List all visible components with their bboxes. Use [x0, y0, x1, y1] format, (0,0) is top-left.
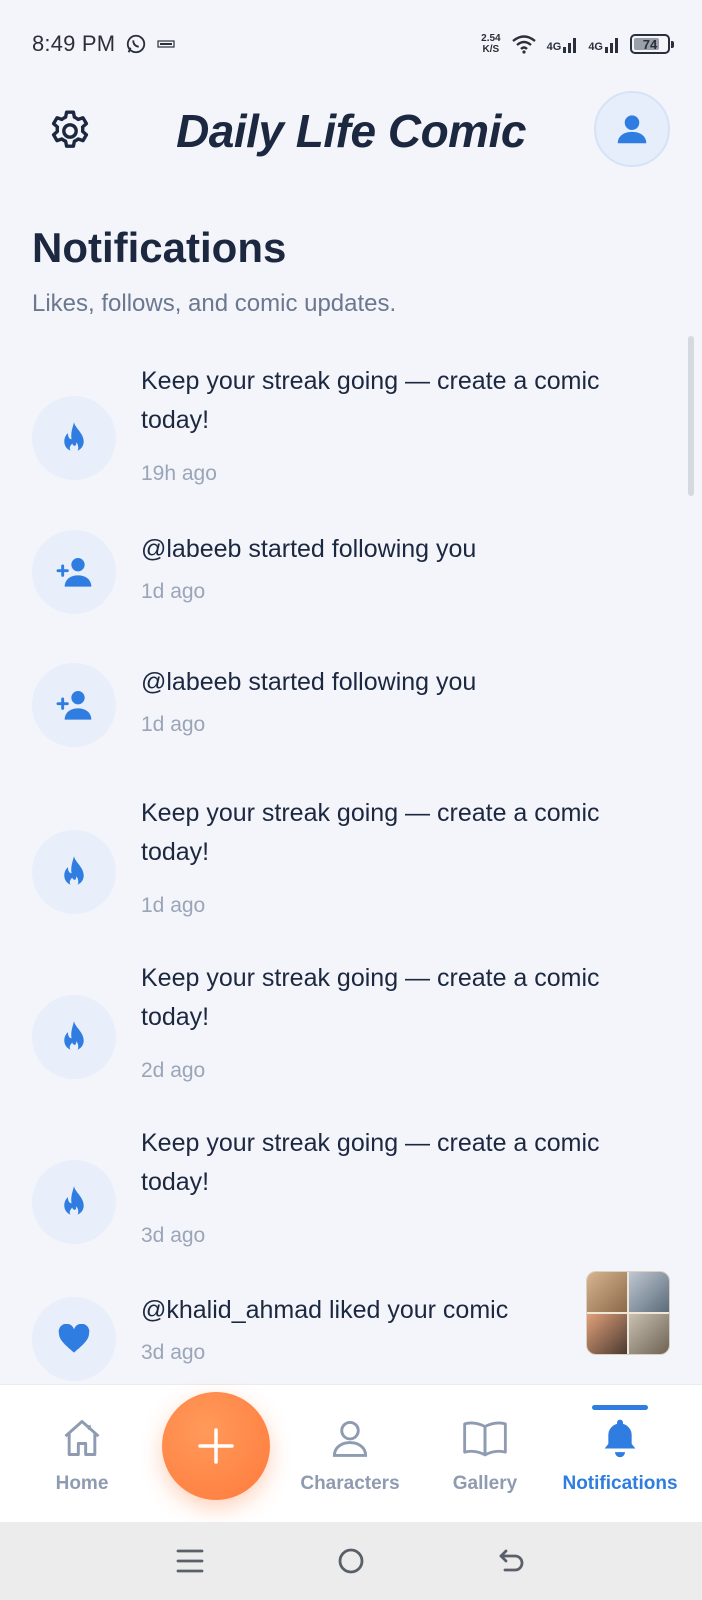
nav-gallery[interactable]: Gallery [425, 1385, 545, 1523]
comic-thumbnail[interactable] [586, 1271, 670, 1355]
notification-time: 3d ago [141, 1341, 206, 1364]
notification-time: 1d ago [141, 713, 206, 736]
notification-icon-bg [32, 530, 116, 614]
status-bar: 8:49 PM 2.54 K/S 4G 4G 74 [0, 0, 702, 88]
nav-notifications[interactable]: Notifications [560, 1385, 680, 1523]
person-add-icon [56, 691, 92, 720]
notification-list: Keep your streak going — create a comic … [0, 340, 702, 1384]
page-title: Notifications [32, 224, 287, 271]
heart-icon [58, 1324, 90, 1353]
notification-text: Keep your streak going — create a comic … [141, 1129, 600, 1196]
notification-icon-bg [32, 1297, 116, 1381]
user-icon [617, 115, 647, 144]
scrollbar[interactable] [688, 336, 694, 496]
person-icon [332, 1420, 368, 1457]
flame-icon [64, 1186, 84, 1217]
plus-icon [198, 1428, 234, 1464]
home-icon [64, 1420, 100, 1456]
notification-text: Keep your streak going — create a comic … [141, 964, 600, 1031]
system-nav-bar [0, 1522, 702, 1600]
net-speed: 2.54 K/S [481, 33, 501, 55]
back-icon[interactable] [497, 1546, 527, 1576]
bottom-nav: Home Characters Gallery Notifications [0, 1384, 702, 1522]
bell-icon [604, 1419, 636, 1458]
notification-time: 2d ago [141, 1059, 206, 1082]
nav-home[interactable]: Home [22, 1385, 142, 1523]
menu-icon[interactable] [175, 1547, 205, 1575]
book-icon [463, 1421, 507, 1457]
person-add-icon [56, 558, 92, 587]
home-circle-icon[interactable] [336, 1546, 366, 1576]
bank-app-icon [157, 40, 175, 48]
status-time: 8:49 PM [32, 31, 116, 56]
notification-time: 1d ago [141, 894, 206, 917]
signal-bars-icon [605, 38, 618, 53]
notification-icon-bg [32, 995, 116, 1079]
notification-text: Keep your streak going — create a comic … [141, 367, 600, 434]
notification-item[interactable]: @khalid_ahmad liked your comic 3d ago [0, 1271, 702, 1384]
notification-icon-bg [32, 830, 116, 914]
notification-icon-bg [32, 663, 116, 747]
wifi-icon [511, 35, 536, 54]
notification-item[interactable]: @labeeb started following you 1d ago [0, 530, 702, 642]
notification-text: @labeeb started following you [141, 668, 477, 696]
notification-item[interactable]: Keep your streak going — create a comic … [0, 1124, 702, 1264]
notification-icon-bg [32, 396, 116, 480]
signal-bars-icon [563, 38, 577, 53]
nav-characters-label: Characters [300, 1473, 400, 1494]
notification-item[interactable]: @labeeb started following you 1d ago [0, 663, 702, 775]
nav-notifications-label: Notifications [562, 1473, 678, 1494]
nav-characters[interactable]: Characters [290, 1385, 410, 1523]
nav-gallery-label: Gallery [452, 1473, 518, 1494]
page-subtitle: Likes, follows, and comic updates. [32, 290, 397, 317]
signal-1: 4G [547, 35, 579, 53]
notification-time: 1d ago [141, 580, 206, 603]
flame-icon [64, 856, 84, 887]
notification-text: Keep your streak going — create a comic … [141, 799, 600, 866]
notification-time: 19h ago [141, 462, 217, 485]
notification-time: 3d ago [141, 1224, 206, 1247]
notification-icon-bg [32, 1160, 116, 1244]
flame-icon [64, 422, 84, 453]
app-header: Daily Life Comic [0, 88, 702, 198]
notification-text: @labeeb started following you [141, 535, 477, 563]
create-comic-button[interactable] [162, 1392, 270, 1500]
notification-text: @khalid_ahmad liked your comic [141, 1296, 509, 1324]
flame-icon [64, 1021, 84, 1052]
battery-indicator: 74 [630, 34, 674, 54]
active-indicator [592, 1405, 648, 1410]
notification-item[interactable]: Keep your streak going — create a comic … [0, 362, 702, 502]
notification-item[interactable]: Keep your streak going — create a comic … [0, 959, 702, 1099]
signal-2: 4G [588, 35, 620, 53]
nav-home-label: Home [55, 1473, 109, 1494]
whatsapp-icon [127, 34, 146, 54]
notification-item[interactable]: Keep your streak going — create a comic … [0, 794, 702, 934]
profile-button[interactable] [594, 91, 670, 167]
